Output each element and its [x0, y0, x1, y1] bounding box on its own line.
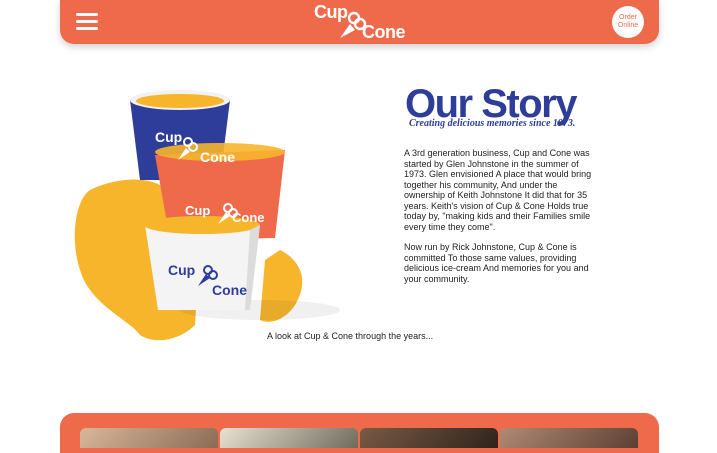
cup-mid-text2: Cone [232, 210, 265, 225]
stacked-cups-image: Cup Cone Cup Cone Cup Cone [74, 90, 340, 341]
cup-top-text1: Cup [155, 129, 182, 145]
story-body: A 3rd generation business, Cup and Cone … [404, 148, 592, 294]
hamburger-menu-icon[interactable] [76, 13, 98, 31]
gallery-photo-3[interactable] [360, 428, 498, 448]
cup-bottom-text1: Cup [168, 262, 195, 278]
logo-cone-text: Cone [362, 22, 406, 42]
gallery-photo-4[interactable] [500, 428, 638, 448]
story-paragraph-1: A 3rd generation business, Cup and Cone … [404, 148, 592, 232]
story-subtitle: Creating delicious memories since 1973. [409, 118, 576, 129]
order-online-button[interactable]: Order Online [612, 6, 644, 38]
top-nav-bar: Cup Cone Order Online [60, 0, 659, 44]
gallery-caption: A look at Cup & Cone through the years..… [267, 331, 434, 341]
cup-mid-text1: Cup [185, 203, 210, 218]
order-online-label-2: Online [617, 22, 639, 29]
cup-bottom-text2: Cone [212, 282, 247, 298]
gallery-photo-1[interactable] [80, 428, 218, 448]
site-logo[interactable]: Cup Cone [312, 2, 412, 42]
order-online-label-1: Order [619, 14, 637, 21]
gallery-photo-2[interactable] [220, 428, 358, 448]
cup-top-text2: Cone [200, 149, 235, 165]
history-gallery [60, 413, 659, 453]
story-paragraph-2: Now run by Rick Johnstone, Cup & Cone is… [404, 242, 589, 284]
